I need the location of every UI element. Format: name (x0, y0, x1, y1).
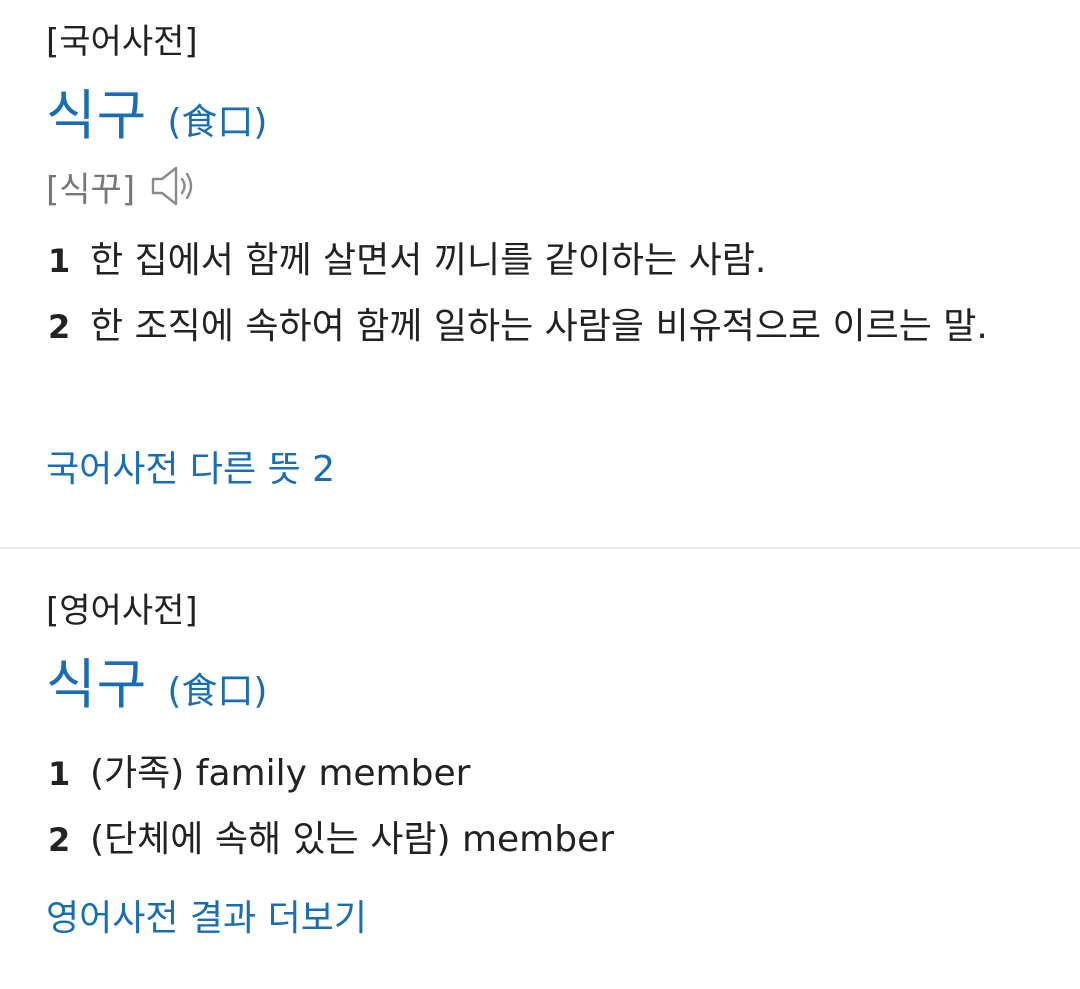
definition-text: 한 조직에 속하여 함께 일하는 사람을 비유적으로 이르는 말. (90, 306, 988, 347)
dictionary-label: [국어사전] (46, 22, 198, 62)
definition-number: 1 (48, 242, 71, 280)
definition-text: (단체에 속해 있는 사람) member (90, 819, 615, 860)
hanja: (食口) (167, 671, 268, 712)
korean-dictionary-section: [국어사전] 식구 (食口) [식꾸] 1 한 집에서 함께 살면서 끼니를 같… (0, 0, 1080, 547)
definition-number: 2 (48, 308, 71, 346)
hanja: (食口) (167, 102, 268, 143)
headword-row: 식구 (食口) (46, 84, 267, 155)
english-more-results-link[interactable]: 영어사전 결과 더보기 (46, 897, 367, 941)
definition-item: 1 (가족) family member (46, 741, 1046, 807)
definition-item: 2 (단체에 속해 있는 사람) member (46, 807, 1046, 873)
definition-item: 2 한 조직에 속하여 함께 일하는 사람을 비유적으로 이르는 말. (46, 294, 1046, 360)
headword-row: 식구 (食口) (46, 653, 267, 724)
definition-number: 2 (48, 821, 71, 859)
headword[interactable]: 식구 (46, 84, 147, 148)
english-dictionary-section: [영어사전] 식구 (食口) 1 (가족) family member 2 (단… (0, 549, 1080, 989)
dictionary-label: [영어사전] (46, 591, 198, 631)
korean-more-meanings-link[interactable]: 국어사전 다른 뜻 2 (46, 448, 335, 492)
definition-text: 한 집에서 함께 살면서 끼니를 같이하는 사람. (90, 240, 767, 281)
pronunciation-row: [식꾸] (46, 160, 197, 212)
definition-text: (가족) family member (90, 753, 471, 794)
definition-number: 1 (48, 755, 71, 793)
definition-list: 1 (가족) family member 2 (단체에 속해 있는 사람) me… (46, 741, 1046, 873)
definition-list: 1 한 집에서 함께 살면서 끼니를 같이하는 사람. 2 한 조직에 속하여 … (46, 228, 1046, 360)
definition-item: 1 한 집에서 함께 살면서 끼니를 같이하는 사람. (46, 228, 1046, 294)
pronunciation: [식꾸] (46, 169, 136, 210)
headword[interactable]: 식구 (46, 653, 147, 717)
speaker-icon[interactable] (149, 163, 197, 209)
